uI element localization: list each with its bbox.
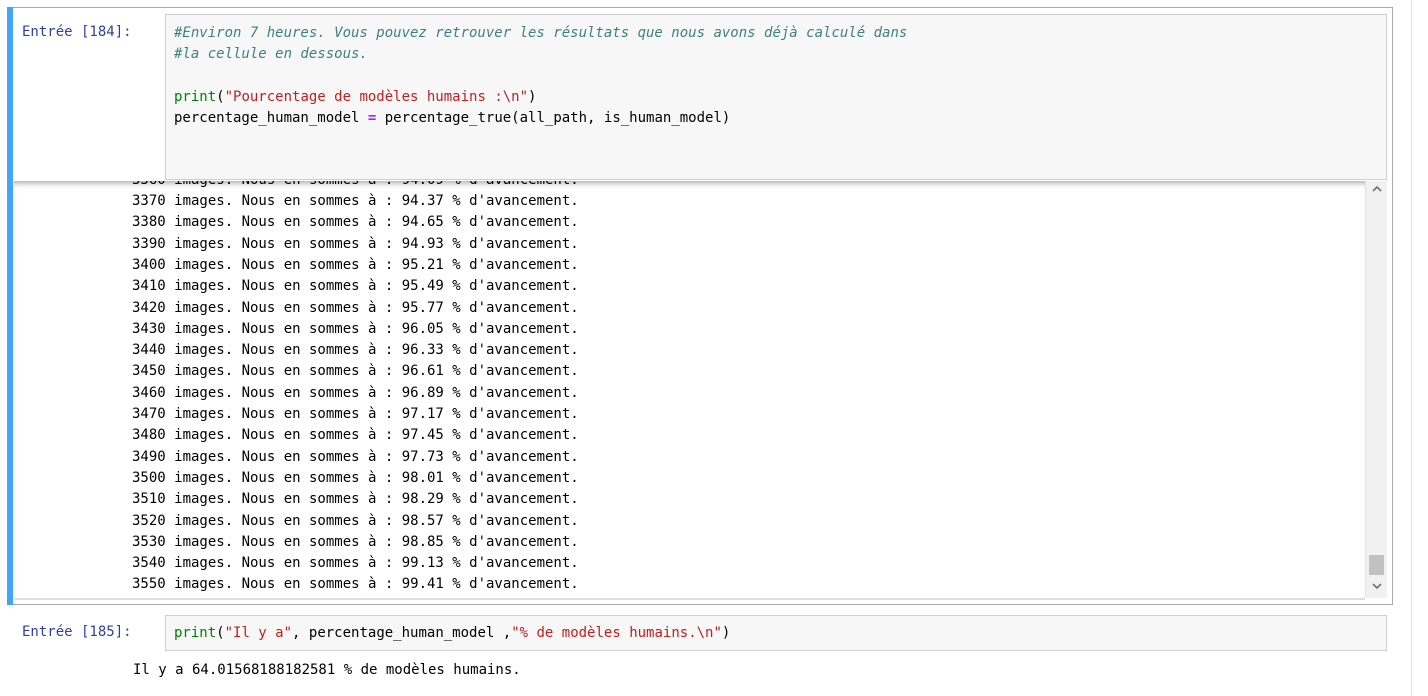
output-line: 3460 images. Nous en sommes à : 96.89 % … (132, 384, 579, 401)
input-prompt-185: Entrée [185]: (22, 624, 132, 640)
output-line: 3490 images. Nous en sommes à : 97.73 % … (132, 448, 579, 465)
page-scrollbar[interactable] (1411, 0, 1428, 696)
output-line: 3390 images. Nous en sommes à : 94.93 % … (132, 235, 579, 252)
paren-open: ( (216, 89, 225, 105)
output-line: 3480 images. Nous en sommes à : 97.45 % … (132, 427, 579, 444)
output-scroll-area[interactable]: 3360 images. Nous en sommes à : 94.09 % … (14, 181, 1365, 600)
code-comment-line: #la cellule en dessous. (174, 46, 368, 62)
output-line-partial-bottom: 3560 images. Nous en sommes à : 99.69 % … (132, 596, 579, 599)
output-line: 3550 images. Nous en sommes à : 99.41 % … (132, 576, 579, 593)
output-result-185: Il y a 64.01568188182581 % de modèles hu… (133, 662, 521, 678)
code-string: "Pourcentage de modèles humains :\n" (224, 89, 529, 105)
paren-close: ) (721, 625, 731, 641)
output-line: 3520 images. Nous en sommes à : 98.57 % … (132, 512, 579, 529)
output-line: 3470 images. Nous en sommes à : 97.17 % … (132, 406, 579, 422)
paren-open: ( (216, 625, 225, 641)
code-editor-184[interactable]: #Environ 7 heures. Vous pouvez retrouver… (165, 14, 1387, 180)
chevron-down-icon[interactable] (1366, 579, 1388, 596)
output-line: 3380 images. Nous en sommes à : 94.65 % … (132, 214, 579, 231)
output-line-partial-top: 3360 images. Nous en sommes à : 94.09 % … (132, 181, 579, 191)
output-line: 3450 images. Nous en sommes à : 96.61 % … (132, 363, 579, 380)
output-line: 3500 images. Nous en sommes à : 98.01 % … (132, 469, 579, 486)
output-line: 3540 images. Nous en sommes à : 99.13 % … (132, 555, 579, 572)
output-line: 3400 images. Nous en sommes à : 95.21 % … (132, 256, 579, 273)
output-line: 3420 images. Nous en sommes à : 95.77 % … (132, 299, 579, 316)
cell-selection-bar (7, 7, 13, 605)
input-prompt-184: Entrée [184]: (22, 24, 132, 40)
assign-lhs: percentage_human_model (174, 110, 368, 126)
builtin-print: print (174, 625, 217, 641)
output-line: 3410 images. Nous en sommes à : 95.49 % … (132, 278, 579, 295)
chevron-up-icon[interactable] (1366, 182, 1388, 199)
scroll-thumb[interactable] (1369, 555, 1384, 575)
code-string: "% de modèles humains.\n" (511, 625, 722, 641)
code-string: "Il y a" (224, 625, 293, 641)
code-editor-185[interactable]: print("Il y a", percentage_human_model ,… (165, 615, 1387, 651)
output-line: 3440 images. Nous en sommes à : 96.33 % … (132, 342, 579, 359)
output-scrollbar[interactable] (1365, 181, 1387, 598)
output-line: 3530 images. Nous en sommes à : 98.85 % … (132, 533, 579, 550)
code-print-line: print("Pourcentage de modèles humains :\… (174, 87, 536, 108)
output-line: 3510 images. Nous en sommes à : 98.29 % … (132, 491, 579, 508)
output-line: 3430 images. Nous en sommes à : 96.05 % … (132, 320, 579, 337)
paren-close: ) (528, 89, 537, 105)
output-line: 3370 images. Nous en sommes à : 94.37 % … (132, 193, 579, 209)
code-print-line: print("Il y a", percentage_human_model ,… (174, 623, 730, 644)
assign-rhs: percentage_true(all_path, is_human_model… (376, 110, 731, 126)
code-args: , percentage_human_model , (292, 625, 512, 641)
code-assign-line: percentage_human_model = percentage_true… (174, 108, 730, 129)
builtin-print: print (174, 89, 217, 105)
code-comment-line: #Environ 7 heures. Vous pouvez retrouver… (174, 25, 908, 41)
